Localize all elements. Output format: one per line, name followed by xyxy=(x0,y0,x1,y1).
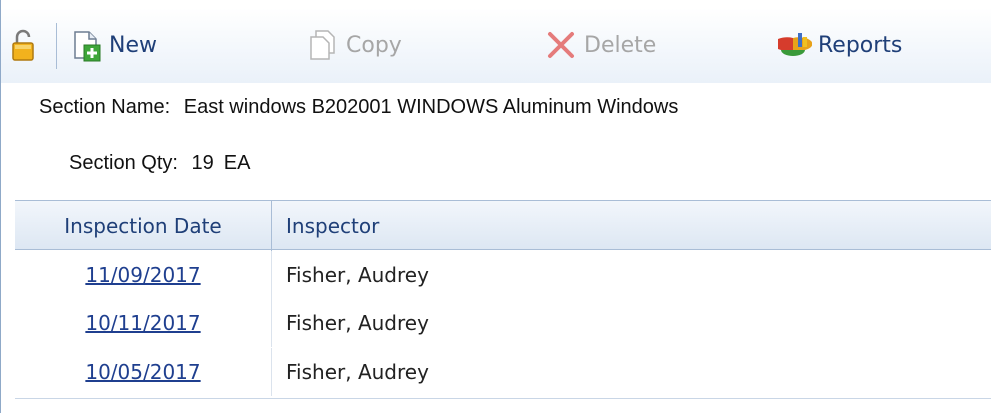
new-document-icon xyxy=(74,31,101,62)
section-qty-label: Section Qty: xyxy=(69,152,178,174)
inspection-date-link[interactable]: 11/09/2017 xyxy=(85,263,200,287)
toolbar-separator xyxy=(56,23,57,69)
cell-inspector: Fisher, Audrey xyxy=(286,360,429,384)
reports-button[interactable]: Reports xyxy=(778,25,902,65)
column-header-inspection-date[interactable]: Inspection Date xyxy=(15,201,272,251)
delete-button-label: Delete xyxy=(584,32,657,58)
delete-x-icon xyxy=(548,32,574,58)
table-row[interactable]: 10/11/2017 Fisher, Audrey xyxy=(15,299,991,347)
cell-inspection-date: 10/11/2017 xyxy=(15,299,272,347)
grid-header: Inspection Date Inspector xyxy=(15,200,991,251)
lock-icon[interactable] xyxy=(10,27,36,63)
table-row[interactable]: 11/09/2017 Fisher, Audrey xyxy=(15,251,991,299)
section-name-row: Section Name: East windows B202001 WINDO… xyxy=(39,96,678,119)
new-button[interactable]: New xyxy=(69,25,157,65)
inspection-date-link[interactable]: 10/11/2017 xyxy=(85,311,200,335)
reports-button-label: Reports xyxy=(818,32,903,58)
cell-inspector: Fisher, Audrey xyxy=(286,311,429,335)
section-qty-value: 19 xyxy=(191,152,214,174)
copy-button[interactable]: Copy xyxy=(306,25,402,65)
copy-button-label: Copy xyxy=(346,32,402,58)
cell-inspection-date: 11/09/2017 xyxy=(15,251,272,299)
table-row[interactable]: 10/05/2017 Fisher, Audrey xyxy=(15,348,991,396)
grid-bottom-border xyxy=(15,398,991,399)
inspection-panel: New Copy Delete Reports Section Name: Ea… xyxy=(0,0,991,413)
section-qty-row: Section Qty: 19 EA xyxy=(69,152,250,175)
reports-chart-icon xyxy=(778,33,812,56)
cell-inspector: Fisher, Audrey xyxy=(286,263,429,287)
new-button-label: New xyxy=(109,32,157,58)
delete-button[interactable]: Delete xyxy=(544,25,656,65)
cell-inspection-date: 10/05/2017 xyxy=(15,348,272,396)
column-header-inspector[interactable]: Inspector xyxy=(286,201,379,251)
copy-icon xyxy=(310,30,335,60)
section-name-value: East windows B202001 WINDOWS Aluminum Wi… xyxy=(183,96,679,118)
toolbar: New Copy Delete Reports xyxy=(1,0,991,88)
inspection-date-link[interactable]: 10/05/2017 xyxy=(85,360,200,384)
inspections-grid: Inspection Date Inspector 11/09/2017 Fis… xyxy=(15,200,991,400)
section-name-label: Section Name: xyxy=(39,96,171,118)
section-qty-unit: EA xyxy=(223,152,251,174)
